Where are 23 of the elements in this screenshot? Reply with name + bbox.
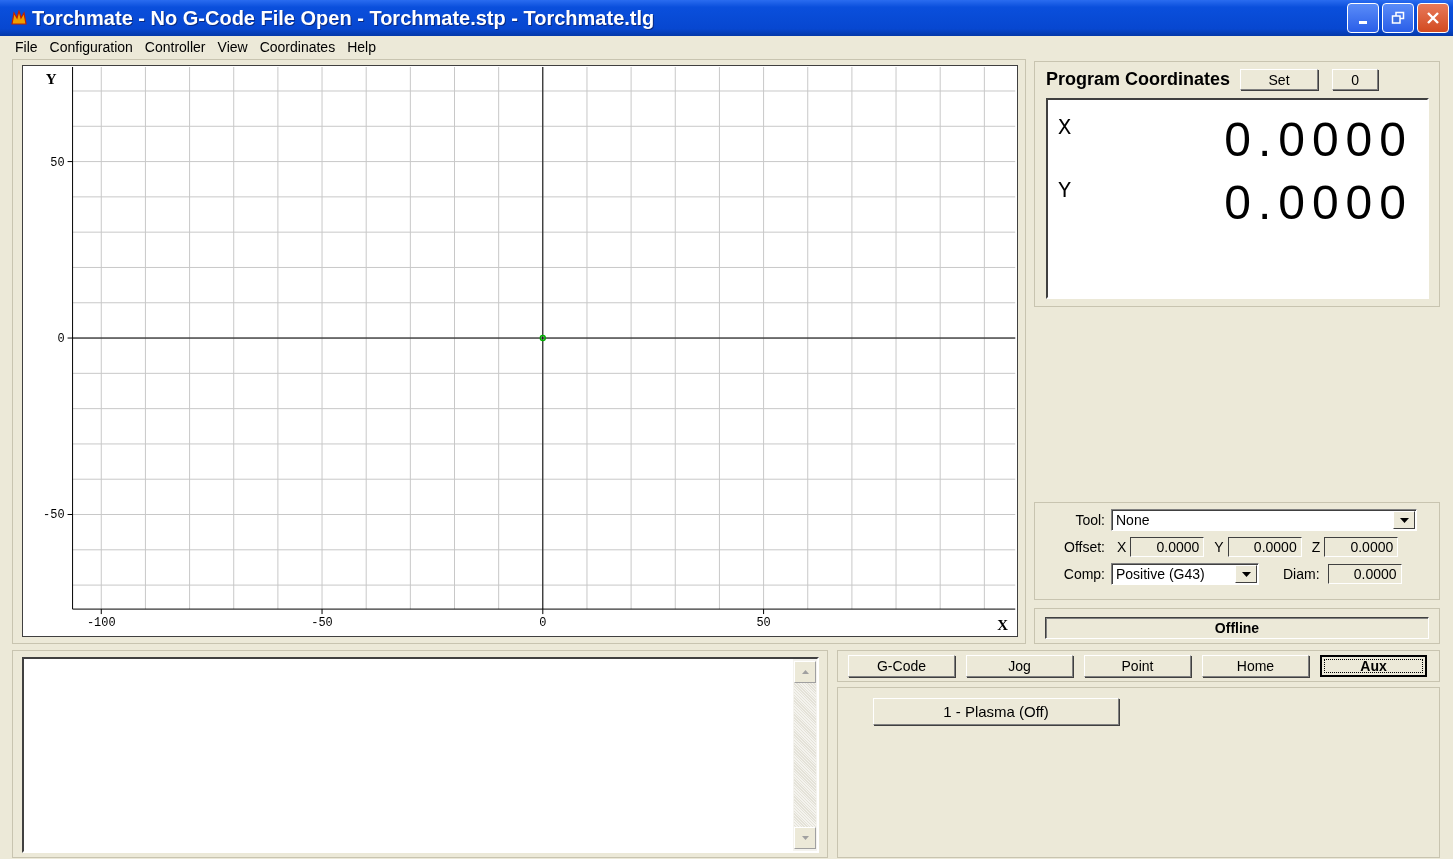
panel-title: Program Coordinates bbox=[1046, 69, 1231, 90]
comp-label: Comp: bbox=[1062, 566, 1105, 582]
offset-label: Offset: bbox=[1063, 539, 1105, 555]
y-tick-label: -50 bbox=[43, 508, 65, 523]
x-axis-label: X bbox=[997, 617, 1009, 633]
x-tick-label: 0 bbox=[539, 616, 547, 631]
y-tick-label: 0 bbox=[57, 332, 65, 347]
axis-value: 0.0000 bbox=[1224, 177, 1413, 229]
axis-label: X bbox=[1117, 539, 1127, 555]
window-title: Torchmate - No G-Code File Open - Torchmate.stp - Torchmate.tlg bbox=[32, 6, 655, 30]
tool-label: Tool: bbox=[1074, 512, 1105, 528]
x-tick-label: -50 bbox=[311, 616, 333, 631]
y-axis-label: Y bbox=[45, 70, 57, 87]
x-tick-label: -100 bbox=[86, 616, 116, 631]
axis-label: Y bbox=[1214, 539, 1224, 555]
x-tick-label: 50 bbox=[756, 616, 771, 631]
axis-value: 0.0000 bbox=[1224, 114, 1413, 166]
y-tick-label: 50 bbox=[50, 155, 65, 170]
axis-label: X bbox=[1058, 116, 1072, 141]
axis-label: Y bbox=[1058, 179, 1072, 204]
axis-label: Z bbox=[1311, 539, 1321, 555]
diam-label: Diam: bbox=[1283, 566, 1320, 582]
status-field: Offline bbox=[1045, 617, 1429, 639]
